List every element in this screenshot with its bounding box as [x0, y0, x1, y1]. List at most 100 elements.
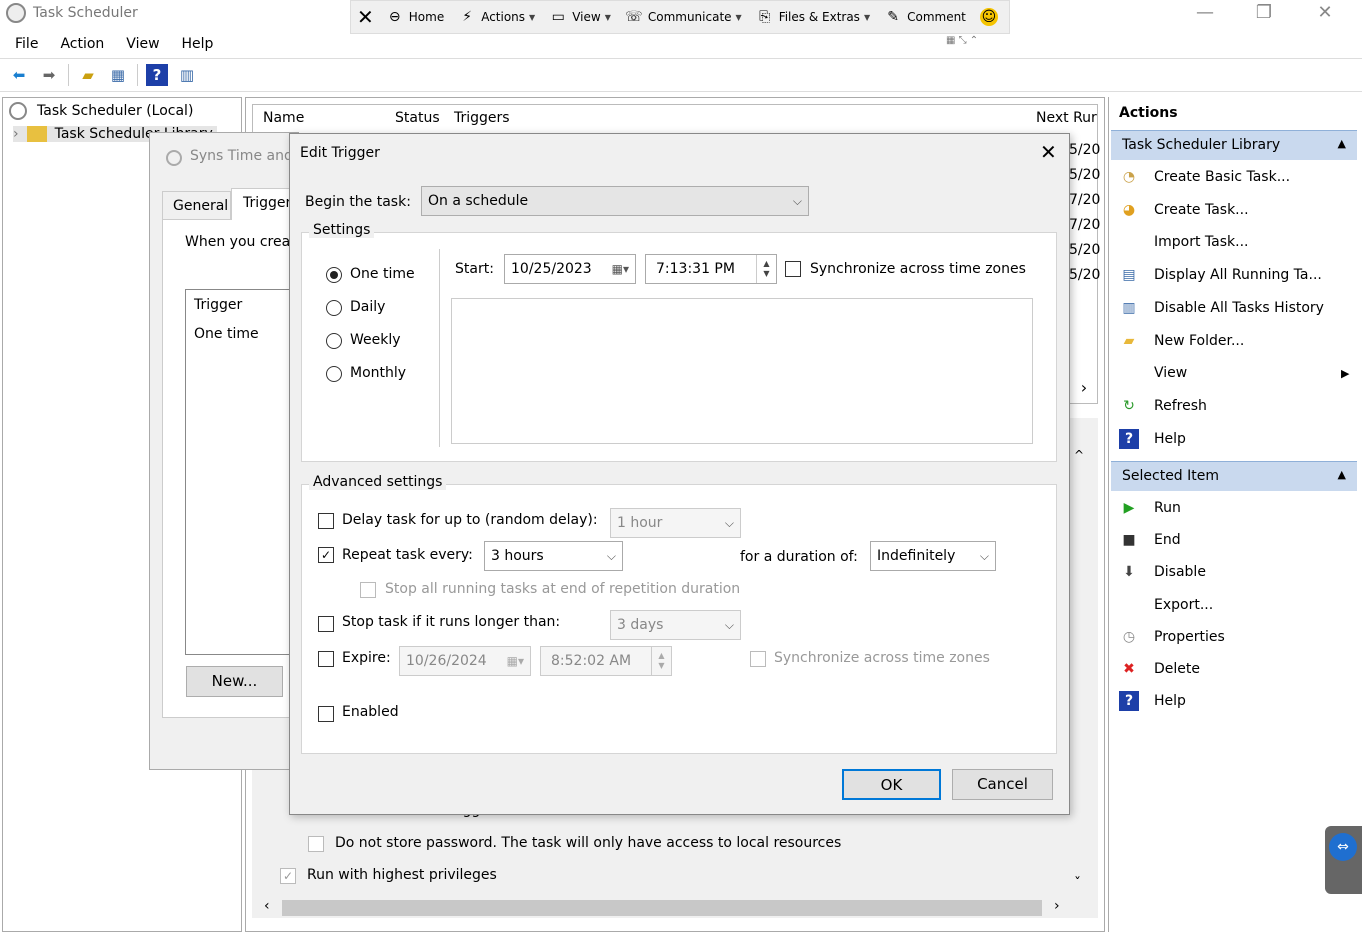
next-run-cell[interactable]: 5/20 — [1069, 242, 1100, 258]
repeat-task-checkbox[interactable]: ✓ — [318, 547, 334, 563]
radio-one-time[interactable] — [326, 267, 342, 283]
action-create-basic-task[interactable]: ◔ Create Basic Task... — [1119, 167, 1290, 187]
scroll-right-arrow[interactable]: › — [1054, 898, 1060, 914]
begin-task-select[interactable]: On a schedule ⌵ — [421, 186, 809, 216]
calendar-icon[interactable]: ▦▾ — [507, 654, 524, 668]
dialog-close-button[interactable]: ✕ — [1040, 140, 1057, 164]
menu-file[interactable]: File — [15, 36, 38, 52]
expire-date-picker[interactable]: 10/26/2024 ▦▾ — [399, 646, 531, 676]
action-help[interactable]: ? Help — [1119, 428, 1186, 449]
stop-long-checkbox[interactable] — [318, 616, 334, 632]
expire-label: Expire: — [342, 650, 391, 666]
show-hide-console-icon[interactable]: ▦ — [107, 64, 129, 86]
repeat-task-label: Repeat task every: — [342, 547, 473, 563]
tab-general[interactable]: General — [162, 191, 231, 220]
new-trigger-button[interactable]: New... — [186, 666, 283, 697]
selected-section-header[interactable]: Selected Item ▲ — [1111, 461, 1357, 491]
show-action-pane-icon[interactable]: ▥ — [176, 64, 198, 86]
trigger-column-header[interactable]: Trigger — [194, 297, 242, 313]
action-new-folder[interactable]: ▰ New Folder... — [1119, 331, 1245, 351]
remote-files-extras-button[interactable]: ⎘ Files & Extras ▼ — [756, 8, 870, 26]
action-end[interactable]: ■ End — [1119, 530, 1180, 550]
close-button[interactable]: ✕ — [1302, 0, 1348, 30]
trigger-row[interactable]: One time — [194, 326, 259, 342]
action-import-task[interactable]: Import Task... — [1119, 232, 1248, 252]
start-time-field[interactable]: 7:13:31 PM ▲ ▼ — [645, 254, 777, 284]
highest-privileges-checkbox[interactable]: ✓ — [280, 868, 296, 884]
action-create-task[interactable]: ◕ Create Task... — [1119, 200, 1249, 220]
scroll-down-arrow[interactable]: ˇ — [1074, 876, 1081, 892]
list-scroll-right[interactable]: › — [1072, 378, 1096, 400]
column-name[interactable]: Name — [263, 110, 304, 126]
remote-side-panel-handle[interactable]: ⇔ — [1325, 826, 1362, 894]
expire-checkbox[interactable] — [318, 651, 334, 667]
action-display-all-running-ta[interactable]: ▤ Display All Running Ta... — [1119, 265, 1321, 285]
cancel-button[interactable]: Cancel — [952, 769, 1053, 800]
next-run-cell[interactable]: 7/20 — [1069, 192, 1100, 208]
maximize-button[interactable]: ❐ — [1241, 0, 1287, 30]
scroll-left-arrow[interactable]: ‹ — [264, 898, 270, 914]
radio-weekly[interactable] — [326, 333, 342, 349]
column-next-run[interactable]: Next Rur — [1036, 110, 1097, 126]
action-export[interactable]: Export... — [1119, 595, 1213, 615]
menu-view[interactable]: View — [126, 36, 159, 52]
action-disable-all-tasks-history[interactable]: ▥ Disable All Tasks History — [1119, 298, 1324, 318]
radio-monthly[interactable] — [326, 366, 342, 382]
sync-time-zones-checkbox[interactable] — [785, 261, 801, 277]
vertical-scrollbar[interactable] — [1071, 443, 1091, 893]
action-refresh[interactable]: ↻ Refresh — [1119, 396, 1207, 416]
tree-item-local[interactable]: Task Scheduler (Local) — [9, 102, 193, 120]
help-icon[interactable]: ? — [146, 64, 168, 86]
next-run-cell[interactable]: 5/20 — [1069, 142, 1100, 158]
collapse-icon[interactable]: ▲ — [1338, 468, 1346, 485]
expander-icon[interactable]: › — [13, 126, 19, 142]
menu-help[interactable]: Help — [182, 36, 214, 52]
ok-button[interactable]: OK — [842, 769, 941, 800]
collapse-icon[interactable]: ▲ — [1338, 137, 1346, 154]
horizontal-scroll-thumb[interactable] — [282, 900, 1042, 916]
action-view[interactable]: View ▶ — [1119, 363, 1349, 383]
remote-communicate-button[interactable]: ☏ Communicate ▼ — [625, 8, 742, 26]
repeat-interval-select[interactable]: 3 hours ⌵ — [484, 541, 623, 571]
stop-all-running-checkbox[interactable] — [360, 582, 376, 598]
expire-sync-checkbox[interactable] — [750, 651, 766, 667]
stop-long-select[interactable]: 3 days ⌵ — [610, 610, 741, 640]
action-label: Properties — [1154, 628, 1225, 645]
remote-close-button[interactable]: ✕ — [357, 5, 374, 29]
remote-comment-button[interactable]: ✎ Comment — [884, 8, 966, 26]
time-spinner[interactable]: ▲ ▼ — [756, 255, 776, 283]
action-delete[interactable]: ✖ Delete — [1119, 659, 1200, 679]
smiley-icon[interactable]: ☺ — [979, 8, 998, 26]
library-section-header[interactable]: Task Scheduler Library ▲ — [1111, 130, 1357, 160]
expire-time-field[interactable]: 8:52:02 AM ▲ ▼ — [540, 646, 672, 676]
remote-actions-button[interactable]: ⚡ Actions ▼ — [458, 8, 535, 26]
calendar-icon[interactable]: ▦▾ — [612, 262, 629, 276]
remote-home-button[interactable]: ⊖ Home — [386, 8, 444, 26]
next-run-cell[interactable]: 5/20 — [1069, 267, 1100, 283]
column-status[interactable]: Status — [395, 110, 440, 126]
enabled-checkbox[interactable] — [318, 706, 334, 722]
start-date-picker[interactable]: 10/25/2023 ▦▾ — [504, 254, 636, 284]
trigger-list[interactable] — [185, 289, 299, 655]
next-run-cell[interactable]: 7/20 — [1069, 217, 1100, 233]
section-title: Selected Item — [1122, 468, 1220, 484]
column-triggers[interactable]: Triggers — [454, 110, 510, 126]
scroll-up-arrow[interactable]: ^ — [1074, 448, 1084, 462]
no-store-password-checkbox[interactable] — [308, 836, 324, 852]
time-spinner[interactable]: ▲ ▼ — [651, 647, 671, 675]
next-run-cell[interactable]: 5/20 — [1069, 167, 1100, 183]
action-properties[interactable]: ◷ Properties — [1119, 627, 1225, 647]
up-folder-icon[interactable]: ▰ — [77, 64, 99, 86]
forward-arrow-icon[interactable]: ➡ — [38, 64, 60, 86]
delay-task-checkbox[interactable] — [318, 513, 334, 529]
minimize-button[interactable]: — — [1182, 0, 1228, 30]
remote-view-button[interactable]: ▭ View ▼ — [549, 8, 611, 26]
delay-select[interactable]: 1 hour ⌵ — [610, 508, 741, 538]
back-arrow-icon[interactable]: ⬅ — [8, 64, 30, 86]
menu-action[interactable]: Action — [60, 36, 104, 52]
action-run[interactable]: ▶ Run — [1119, 498, 1181, 518]
duration-select[interactable]: Indefinitely ⌵ — [870, 541, 996, 571]
action-disable[interactable]: ⬇ Disable — [1119, 562, 1206, 582]
action-help[interactable]: ? Help — [1119, 691, 1186, 712]
radio-daily[interactable] — [326, 300, 342, 316]
